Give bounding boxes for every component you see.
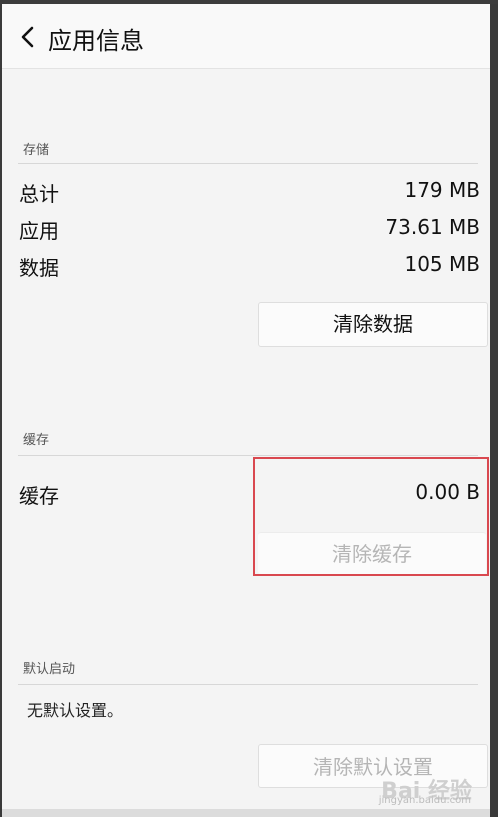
cache-highlight-box (253, 457, 489, 576)
default-launch-section-title: 默认启动 (23, 662, 76, 677)
back-arrow-icon[interactable] (18, 25, 38, 49)
storage-divider (18, 163, 478, 164)
page-title: 应用信息 (48, 27, 144, 55)
clear-data-button[interactable]: 清除数据 (258, 302, 488, 347)
left-border (0, 4, 2, 817)
total-value: 179 MB (404, 178, 480, 202)
data-size-label: 数据 (19, 256, 59, 280)
data-size-value: 105 MB (404, 252, 480, 276)
watermark-url: jingyan.baidu.com (378, 795, 471, 806)
default-launch-divider (18, 684, 478, 685)
bottom-bar (2, 809, 490, 817)
right-border (490, 4, 498, 817)
cache-divider (18, 455, 478, 456)
no-default-note: 无默认设置。 (27, 701, 124, 720)
storage-section-title: 存储 (23, 143, 50, 158)
app-size-value: 73.61 MB (385, 215, 480, 239)
cache-label: 缓存 (19, 484, 59, 508)
app-size-label: 应用 (19, 219, 59, 243)
app-info-header: 应用信息 (2, 4, 490, 69)
cache-section-title: 缓存 (23, 433, 50, 448)
total-label: 总计 (19, 182, 59, 206)
